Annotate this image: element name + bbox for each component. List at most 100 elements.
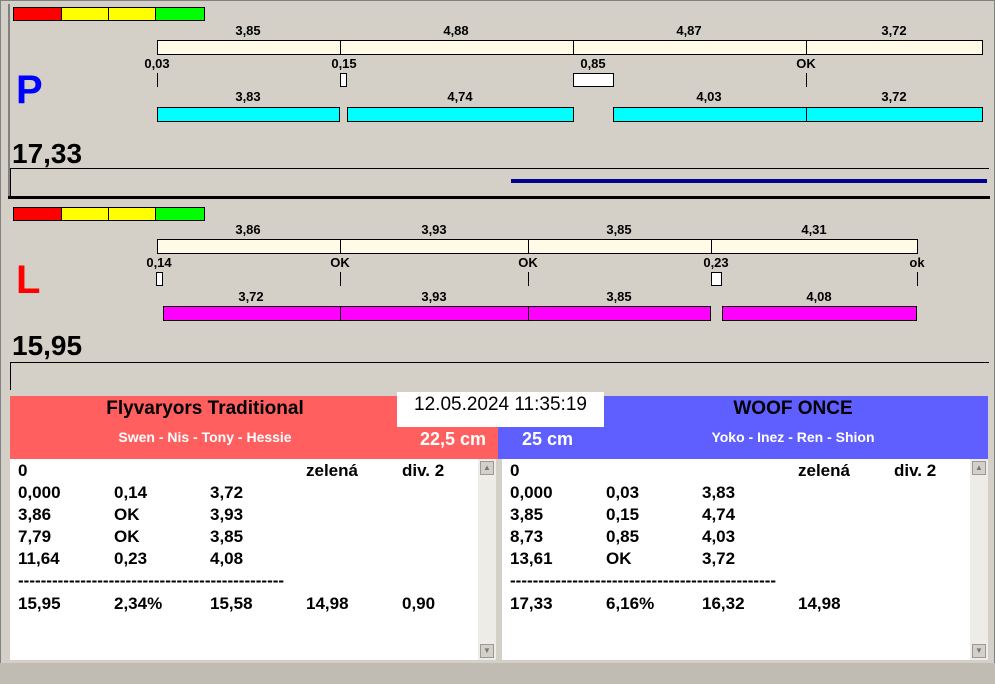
l-top-label: 3,85 bbox=[606, 222, 632, 237]
p-mid-label: 0,15 bbox=[331, 56, 357, 71]
separator bbox=[8, 196, 990, 199]
p-mid-label: 0,03 bbox=[144, 56, 170, 71]
list-cell: 3,85 bbox=[210, 527, 244, 546]
l-top-label: 4,31 bbox=[801, 222, 827, 237]
divider bbox=[340, 239, 341, 254]
datetime: 12.05.2024 11:35:19 bbox=[397, 392, 604, 427]
p-leg-bar bbox=[613, 107, 807, 122]
left-team-name: Flyvaryors Traditional bbox=[106, 398, 304, 419]
p-progress bbox=[10, 168, 989, 196]
right-scrollbar[interactable]: ▲ ▼ bbox=[970, 459, 988, 660]
list-cell: 13,61 bbox=[510, 549, 553, 568]
summary-cell: 17,33 bbox=[510, 594, 553, 613]
p-mid-label: 0,85 bbox=[580, 56, 606, 71]
right-results-list[interactable]: 0 zelená div. 2 0,000 0,03 3,83 3,85 0,15 4,74 8,… bbox=[502, 459, 970, 660]
tick bbox=[917, 272, 918, 286]
list-cell: 0,000 bbox=[510, 483, 553, 502]
tick bbox=[528, 272, 529, 286]
p-progress-fill bbox=[511, 179, 987, 183]
l-top-label: 3,93 bbox=[421, 222, 447, 237]
p-top-label: 3,85 bbox=[235, 23, 261, 38]
p-top-label: 4,87 bbox=[676, 23, 702, 38]
list-header: div. 2 bbox=[894, 461, 937, 480]
list-cell: 8,73 bbox=[510, 527, 544, 546]
l-bottom-label: 3,85 bbox=[606, 289, 632, 304]
l-split-bar bbox=[157, 239, 918, 254]
side-label-p: P bbox=[16, 68, 43, 112]
list-header: zelená bbox=[798, 461, 850, 480]
scroll-up-icon[interactable]: ▲ bbox=[972, 461, 986, 475]
summary-cell: 16,32 bbox=[702, 594, 745, 613]
summary-cell: 0,90 bbox=[402, 594, 436, 613]
p-leg-bar bbox=[157, 107, 340, 122]
divider bbox=[711, 239, 712, 254]
gap-box bbox=[340, 73, 347, 87]
divider bbox=[528, 239, 529, 254]
list-header: div. 2 bbox=[402, 461, 445, 480]
summary-cell: 14,98 bbox=[306, 594, 349, 613]
divider bbox=[806, 40, 807, 55]
l-leg-bar bbox=[340, 306, 529, 321]
summary-cell: 6,16% bbox=[606, 594, 655, 613]
list-cell: 0,15 bbox=[606, 505, 640, 524]
scroll-down-icon[interactable]: ▼ bbox=[972, 644, 986, 658]
l-top-label: 3,86 bbox=[235, 222, 261, 237]
color-scale bbox=[13, 7, 205, 21]
right-team-members: Yoko - Inez - Ren - Shion bbox=[711, 429, 875, 445]
list-cell: 11,64 bbox=[18, 549, 60, 568]
list-cell: OK bbox=[606, 549, 632, 568]
gap-box bbox=[573, 73, 614, 87]
list-cell: OK bbox=[114, 505, 140, 524]
left-team-size: 22,5 cm bbox=[419, 429, 486, 449]
summary-cell: 15,58 bbox=[210, 594, 253, 613]
p-top-label: 4,88 bbox=[443, 23, 469, 38]
p-bottom-label: 4,03 bbox=[696, 89, 722, 104]
list-cell: 7,79 bbox=[18, 527, 52, 546]
left-scrollbar[interactable]: ▲ ▼ bbox=[478, 459, 496, 660]
list-separator: ----------------------------------------… bbox=[510, 571, 777, 590]
list-cell: 0,85 bbox=[606, 527, 640, 546]
list-header: zelená bbox=[306, 461, 358, 480]
scroll-up-icon[interactable]: ▲ bbox=[480, 461, 494, 475]
list-cell: 0,000 bbox=[18, 483, 61, 502]
divider bbox=[573, 40, 574, 55]
l-mid-label: 0,23 bbox=[703, 255, 729, 270]
l-leg-bar bbox=[528, 306, 711, 321]
list-cell: OK bbox=[114, 527, 140, 546]
tick bbox=[157, 73, 158, 87]
list-cell: 3,85 bbox=[510, 505, 544, 524]
list-cell: 0,14 bbox=[114, 483, 148, 502]
right-team-name: WOOF ONCE bbox=[733, 398, 853, 419]
l-bottom-label: 4,08 bbox=[806, 289, 832, 304]
left-results-list[interactable]: 0 zelená div. 2 0,000 0,14 3,72 3,86 OK 3,93 7,79… bbox=[10, 459, 478, 660]
tick bbox=[340, 272, 341, 286]
list-header: 0 bbox=[18, 461, 28, 480]
l-leg-bar bbox=[163, 306, 341, 321]
left-team-members: Swen - Nis - Tony - Hessie bbox=[118, 429, 292, 445]
scroll-down-icon[interactable]: ▼ bbox=[480, 644, 494, 658]
list-cell: 3,93 bbox=[210, 505, 244, 524]
list-cell: 0,03 bbox=[606, 483, 640, 502]
list-header: 0 bbox=[510, 461, 520, 480]
tick bbox=[806, 73, 807, 87]
status-bar bbox=[0, 663, 995, 684]
color-scale bbox=[13, 207, 205, 221]
p-leg-bar bbox=[806, 107, 983, 122]
list-cell: 4,08 bbox=[210, 549, 244, 568]
right-team-size: 25 cm bbox=[522, 429, 574, 449]
l-total: 15,95 bbox=[12, 330, 83, 361]
p-mid-label: OK bbox=[796, 56, 816, 71]
list-cell: 4,74 bbox=[702, 505, 736, 524]
summary-cell: 14,98 bbox=[798, 594, 841, 613]
p-split-bar bbox=[157, 40, 983, 55]
list-cell: 3,72 bbox=[702, 549, 736, 568]
list-cell: 3,72 bbox=[210, 483, 244, 502]
summary-cell: 15,95 bbox=[18, 594, 61, 613]
divider bbox=[340, 40, 341, 55]
l-mid-label: OK bbox=[518, 255, 538, 270]
l-bottom-label: 3,93 bbox=[421, 289, 447, 304]
p-bottom-label: 3,72 bbox=[881, 89, 907, 104]
l-mid-label: 0,14 bbox=[146, 255, 172, 270]
p-bottom-label: 3,83 bbox=[235, 89, 261, 104]
list-cell: 3,86 bbox=[18, 505, 52, 524]
